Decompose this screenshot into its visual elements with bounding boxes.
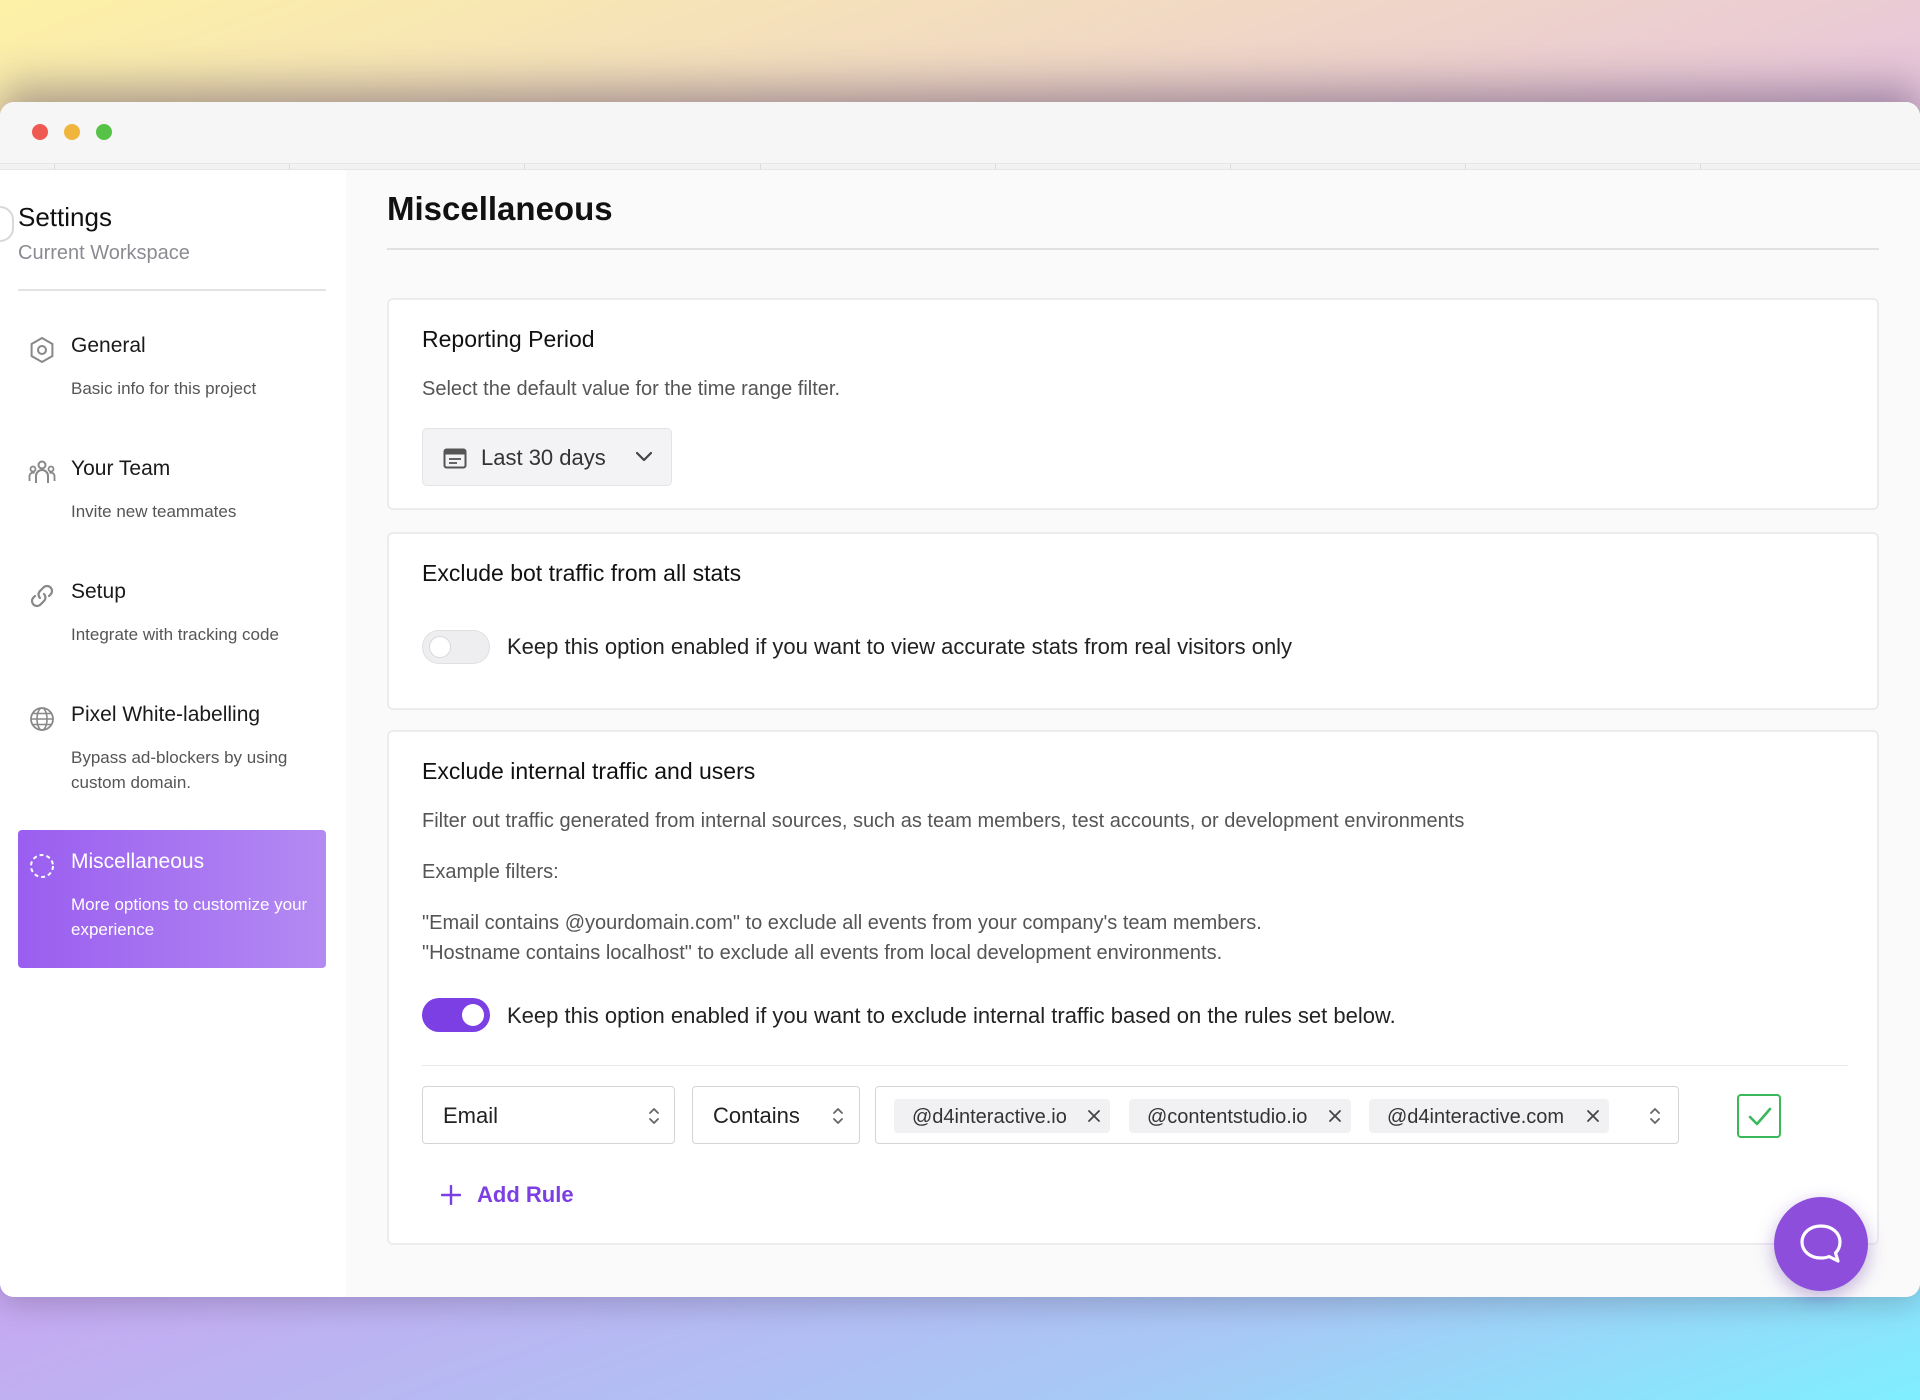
dashed-circle-icon (30, 854, 54, 878)
globe-icon (30, 707, 54, 731)
bot-traffic-title: Exclude bot traffic from all stats (422, 560, 742, 586)
value-tag: @d4interactive.com (1369, 1099, 1609, 1133)
close-window-button[interactable] (32, 124, 48, 140)
hexagon-settings-icon (30, 336, 54, 364)
sidebar-item-general[interactable]: General Basic info for this project (18, 314, 326, 414)
sidebar-item-label: Your Team (71, 457, 171, 480)
confirm-rule-button[interactable] (1737, 1094, 1781, 1138)
value-tag: @contentstudio.io (1129, 1099, 1351, 1133)
sidebar-item-miscellaneous[interactable]: Miscellaneous More options to customize … (18, 830, 326, 968)
page-title: Miscellaneous (387, 190, 613, 227)
example-filters-heading: Example filters: (422, 861, 559, 883)
rule-divider (422, 1065, 1848, 1066)
internal-traffic-card: Exclude internal traffic and users Filte… (387, 730, 1879, 1245)
sidebar-item-description: More options to customize your experienc… (71, 895, 308, 939)
toggle-knob (462, 1004, 484, 1026)
sidebar-item-description: Basic info for this project (71, 379, 257, 398)
toggle-knob (429, 636, 451, 658)
rule-field-value: Email (443, 1103, 499, 1128)
time-range-dropdown[interactable]: Last 30 days (422, 428, 672, 486)
updown-arrows-icon (649, 1108, 659, 1124)
sidebar-subtitle: Current Workspace (18, 242, 190, 264)
main-content: Miscellaneous Reporting Period Select th… (346, 170, 1920, 1297)
internal-traffic-toggle-label: Keep this option enabled if you want to … (507, 1003, 1396, 1028)
rule-operator-value: Contains (713, 1103, 800, 1128)
sidebar-item-description: Invite new teammates (71, 502, 237, 521)
internal-traffic-toggle[interactable] (422, 998, 490, 1032)
rule-operator-select[interactable]: Contains (692, 1086, 860, 1144)
minimize-window-button[interactable] (64, 124, 80, 140)
reporting-period-description: Select the default value for the time ra… (422, 378, 841, 400)
calendar-icon (443, 448, 467, 469)
bot-traffic-card: Exclude bot traffic from all stats Keep … (387, 532, 1879, 710)
app-window: Settings Current Workspace General Basic… (0, 102, 1920, 1297)
chevron-down-icon (635, 451, 653, 462)
example-filter-1: "Email contains @yourdomain.com" to excl… (422, 912, 1262, 934)
internal-traffic-title: Exclude internal traffic and users (422, 758, 756, 784)
title-divider (387, 248, 1879, 250)
sidebar-item-setup[interactable]: Setup Integrate with tracking code (18, 560, 326, 660)
remove-tag-icon[interactable] (1328, 1109, 1342, 1123)
remove-tag-icon[interactable] (1087, 1109, 1101, 1123)
chat-bubble-icon (1800, 1224, 1842, 1263)
rule-values-multiselect[interactable]: @d4interactive.io @contentstudio.io @d4i… (875, 1086, 1679, 1144)
reporting-period-title: Reporting Period (422, 326, 595, 352)
plus-icon (441, 1185, 461, 1205)
updown-arrows-icon (1650, 1108, 1660, 1124)
bot-traffic-toggle[interactable] (422, 630, 490, 664)
value-tag-label: @d4interactive.io (912, 1106, 1067, 1128)
reporting-period-card: Reporting Period Select the default valu… (387, 298, 1879, 510)
sidebar-item-label: Pixel White-labelling (71, 703, 261, 726)
sidebar-title: Settings (18, 202, 112, 232)
maximize-window-button[interactable] (96, 124, 112, 140)
rule-field-select[interactable]: Email (422, 1086, 675, 1144)
sidebar-item-pixel-white-labelling[interactable]: Pixel White-labelling Bypass ad-blockers… (18, 683, 326, 793)
support-chat-button[interactable] (1774, 1197, 1868, 1291)
sidebar-item-your-team[interactable]: Your Team Invite new teammates (18, 437, 326, 537)
remove-tag-icon[interactable] (1586, 1109, 1600, 1123)
sidebar-divider (18, 289, 326, 291)
sidebar-item-label: General (71, 334, 146, 357)
link-icon (30, 584, 54, 608)
checkmark-icon (1748, 1107, 1772, 1126)
sidebar-item-description: Bypass ad-blockers by using custom domai… (71, 748, 288, 792)
sidebar-item-label: Setup (71, 580, 126, 603)
sidebar-item-description: Integrate with tracking code (71, 625, 279, 644)
value-tag: @d4interactive.io (894, 1099, 1110, 1133)
sidebar-item-label: Miscellaneous (71, 850, 205, 873)
settings-sidebar: Settings Current Workspace General Basic… (0, 170, 346, 1297)
value-tag-label: @contentstudio.io (1147, 1106, 1308, 1128)
example-filter-2: "Hostname contains localhost" to exclude… (422, 942, 1223, 964)
bot-traffic-toggle-label: Keep this option enabled if you want to … (507, 634, 1293, 659)
internal-traffic-description: Filter out traffic generated from intern… (422, 810, 1465, 832)
title-bar (0, 102, 1920, 164)
value-tag-label: @d4interactive.com (1387, 1106, 1565, 1128)
team-icon (28, 460, 56, 483)
time-range-value: Last 30 days (481, 445, 606, 470)
add-rule-label: Add Rule (477, 1182, 574, 1207)
updown-arrows-icon (833, 1108, 843, 1124)
sidebar-collapse-handle[interactable] (0, 206, 14, 242)
